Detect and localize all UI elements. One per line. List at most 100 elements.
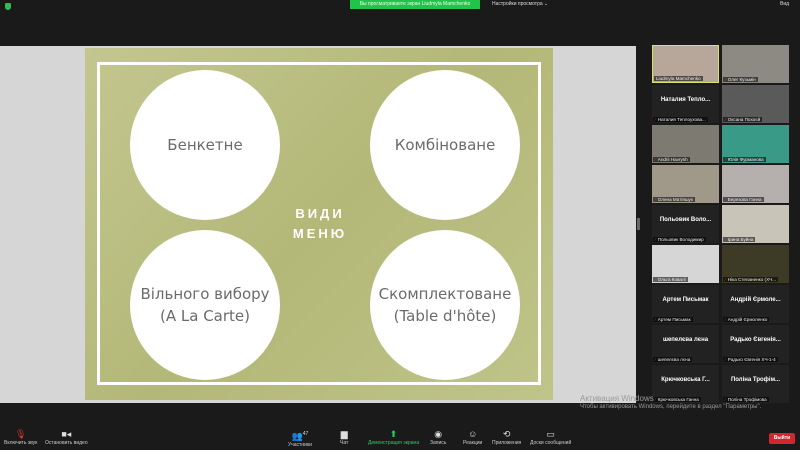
whiteboards-label: Доски сообщений: [530, 440, 572, 446]
participant-tile[interactable]: Польовик Воло... ⁄ Польовик Володимир: [652, 205, 719, 243]
participant-name-label: ⁄ Березова Ганна: [723, 197, 764, 202]
participant-display-name: Наталия Тепло...: [660, 97, 711, 103]
muted-mic-icon: ⁄: [725, 357, 726, 362]
circle-text: Комбіноване: [394, 136, 496, 154]
muted-mic-icon: ⁄: [725, 237, 726, 242]
circle-text: Вільного вибору: [140, 285, 270, 303]
participant-name: Наталия Теплоухова...: [657, 117, 706, 122]
participant-tile[interactable]: ⁄ Олег Кузьмін: [722, 45, 789, 83]
participant-display-name: Крючковська Г...: [661, 377, 710, 383]
reaction-icon: ☺: [468, 429, 478, 439]
participant-tile[interactable]: ⁄ Олена Матіяшук: [652, 165, 719, 203]
participant-display-name: Поліна Трофім...: [730, 377, 781, 383]
participant-tile[interactable]: Liudmyla Mamchenko: [652, 45, 719, 83]
whiteboard-icon: ▭: [546, 429, 555, 439]
participant-tile[interactable]: ⁄ Ольга Ковалі: [652, 245, 719, 283]
splitter-handle[interactable]: [637, 218, 640, 230]
participant-name: Березова Ганна: [727, 197, 762, 202]
participant-name: Юлія Фурманова: [727, 157, 764, 162]
participant-name: Ніка Степаненко (ХЧ...: [727, 277, 777, 282]
participant-name-label: ⁄ Юлія Фурманова: [723, 157, 766, 162]
participant-name: Радько Євгенія ХЧ-1-4: [727, 357, 776, 362]
sharing-banner: Вы просматриваете экран Liudmyla Mamchen…: [350, 0, 480, 9]
circle-table-dhote: Скомплектоване (Table d'hôte): [370, 230, 520, 380]
whiteboards-button[interactable]: ▭ Доски сообщений: [530, 428, 571, 446]
security-shield-icon[interactable]: [5, 3, 11, 10]
presentation-slide: Бенкетне Комбіноване Вільного вибору (A L…: [85, 48, 553, 400]
participants-count: 47: [302, 431, 309, 437]
muted-mic-icon: ⁄: [725, 317, 726, 322]
participants-icon: 👥47: [291, 431, 309, 441]
watermark-title: Активация Windows: [580, 394, 654, 403]
muted-mic-icon: ⁄: [725, 197, 726, 202]
participant-name-label: ⁄ Артем Письмак: [653, 317, 693, 322]
slide-title-line2: МЕНЮ: [292, 226, 348, 241]
muted-mic-icon: ⁄: [655, 157, 656, 162]
view-options-button[interactable]: Настройки просмотра ⌄: [492, 1, 548, 7]
apps-label: Приложения: [492, 440, 522, 446]
participant-name-label: Liudmyla Mamchenko: [654, 76, 703, 81]
circle-a-la-carte: Вільного вибору (A La Carte): [130, 230, 280, 380]
participant-name-label: ⁄ Оксана Похоєй: [723, 117, 763, 122]
participant-name-label: ⁄ Польовик Володимир: [653, 237, 706, 242]
participant-name-label: ⁄ Ніка Степаненко (ХЧ...: [723, 277, 779, 282]
participant-tile[interactable]: ⁄ Andrii Havrysh: [652, 125, 719, 163]
unmute-button[interactable]: 🎙︎ Включить звук: [4, 428, 37, 446]
muted-mic-icon: ⁄: [725, 117, 726, 122]
muted-mic-icon: ⁄: [655, 197, 656, 202]
participant-name: Олена Матіяшук: [657, 197, 693, 202]
record-label: Запись: [430, 440, 447, 446]
apps-icon: ⟲: [502, 429, 511, 439]
share-screen-button[interactable]: ⬆ Демонстрация экрана: [368, 428, 419, 446]
participant-tile[interactable]: шепелєва лєна ⁄ шепелєва лєна: [652, 325, 719, 363]
participant-tile[interactable]: ⁄ Юлія Фурманова: [722, 125, 789, 163]
participant-name-label: ⁄ Ольга Ковалі: [653, 277, 688, 282]
participant-tile[interactable]: ⁄ Оксана Похоєй: [722, 85, 789, 123]
apps-button[interactable]: ⟲ Приложения: [492, 428, 521, 446]
participant-tile[interactable]: ⁄ Ірина Буйна: [722, 205, 789, 243]
muted-mic-icon: ⁄: [725, 77, 726, 82]
participant-tile[interactable]: ⁄ Березова Ганна: [722, 165, 789, 203]
participant-name: Ірина Буйна: [727, 237, 754, 242]
participant-name: Олег Кузьмін: [727, 77, 756, 82]
reactions-label: Реакции: [463, 440, 483, 446]
leave-button[interactable]: Выйти: [769, 433, 795, 444]
participants-label: Участники: [288, 442, 312, 448]
participant-name: Andrii Havrysh: [657, 157, 688, 162]
participant-tile[interactable]: Радько Євгенія... ⁄ Радько Євгенія ХЧ-1-4: [722, 325, 789, 363]
video-camera-icon: ■◂: [61, 429, 72, 439]
participant-name-label: ⁄ Радько Євгенія ХЧ-1-4: [723, 357, 778, 362]
view-button[interactable]: Вид: [780, 1, 789, 7]
participant-display-name: Польовик Воло...: [659, 217, 712, 223]
chat-icon: ▆: [340, 429, 348, 439]
circle-banquet: Бенкетне: [130, 70, 280, 220]
participant-tile[interactable]: Артем Письмак ⁄ Артем Письмак: [652, 285, 719, 323]
participant-name-label: ⁄ Andrii Havrysh: [653, 157, 690, 162]
participant-display-name: Радько Євгенія...: [730, 337, 781, 343]
participant-display-name: Андрій Єрмоле...: [730, 297, 781, 303]
muted-mic-icon: ⁄: [725, 157, 726, 162]
circle-text: Скомплектоване: [378, 285, 512, 303]
stop-video-button[interactable]: ■◂ Остановить видео: [45, 428, 88, 446]
participant-name-label: ⁄ Олена Матіяшук: [653, 197, 695, 202]
participants-button[interactable]: 👥47 Участники: [288, 428, 312, 448]
muted-mic-icon: ⁄: [655, 237, 656, 242]
participant-name: Ольга Ковалі: [657, 277, 686, 282]
muted-mic-icon: 🎙︎: [14, 429, 27, 439]
participant-name: шепелєва лєна: [657, 357, 691, 362]
meeting-toolbar: 🎙︎ Включить звук ■◂ Остановить видео 👥47 Уч…: [0, 422, 800, 450]
participant-name: Liudmyla Mamchenko: [656, 76, 701, 81]
slide-title: ВИДИ МЕНЮ: [275, 204, 365, 244]
muted-mic-icon: ⁄: [655, 277, 656, 282]
participant-tile[interactable]: ⁄ Ніка Степаненко (ХЧ...: [722, 245, 789, 283]
watermark-subtitle: Чтобы активировать Windows, перейдите в …: [580, 404, 762, 410]
record-button[interactable]: ◉ Запись: [430, 428, 446, 446]
muted-mic-icon: ⁄: [655, 317, 656, 322]
participant-tile[interactable]: Андрій Єрмоле... ⁄ Андрій Єрмоленко: [722, 285, 789, 323]
chat-button[interactable]: ▆ Чат: [340, 428, 348, 446]
reactions-button[interactable]: ☺ Реакции: [463, 428, 482, 446]
share-screen-icon: ⬆: [389, 429, 398, 439]
participant-name: Польовик Володимир: [657, 237, 704, 242]
participant-name-label: ⁄ шепелєва лєна: [653, 357, 693, 362]
participant-tile[interactable]: Наталия Тепло... ⁄ Наталия Теплоухова...: [652, 85, 719, 123]
